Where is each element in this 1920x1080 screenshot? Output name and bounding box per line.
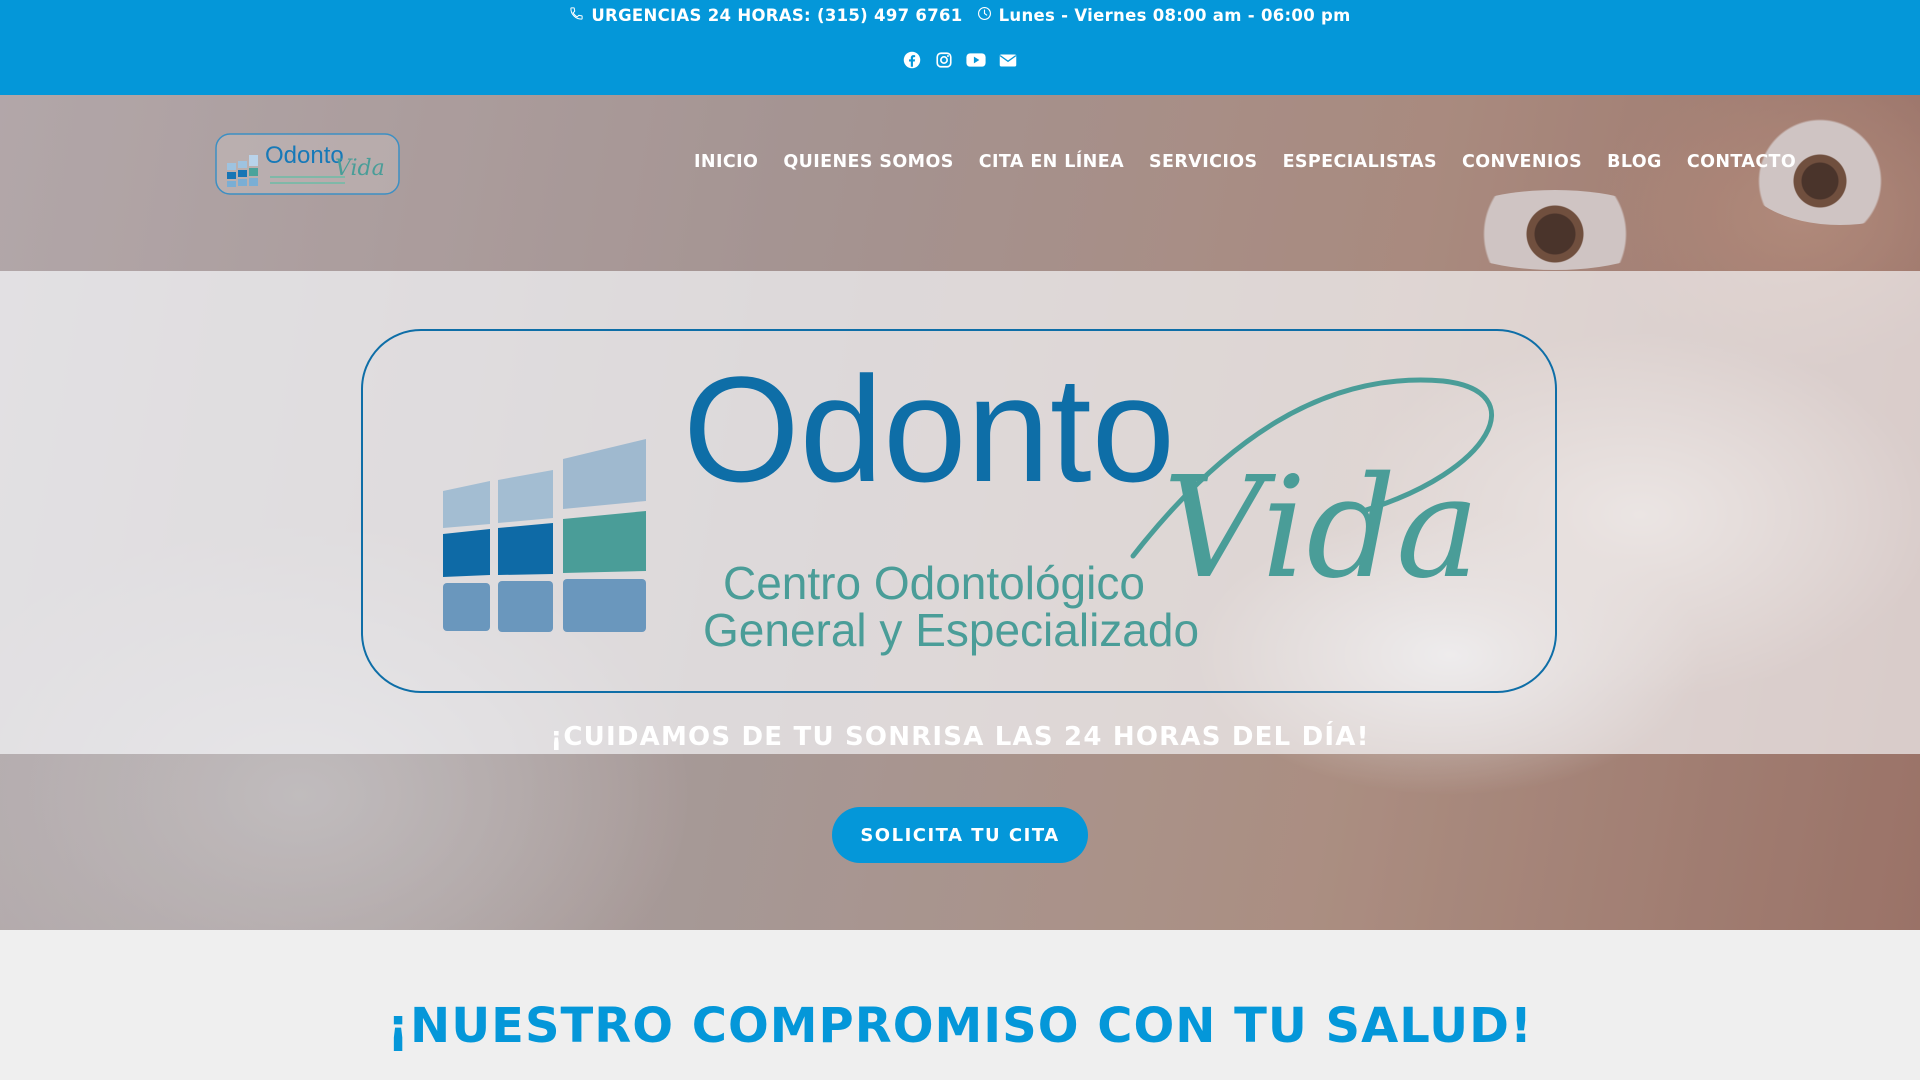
phone-icon (569, 6, 584, 25)
nav-especialistas[interactable]: ESPECIALISTAS (1283, 152, 1437, 172)
main-nav: INICIO QUIENES SOMOS CITA EN LÍNEA SERVI… (694, 152, 1796, 172)
nav-convenios[interactable]: CONVENIOS (1462, 152, 1582, 172)
contact-info: URGENCIAS 24 HORAS: (315) 497 6761 Lunes… (0, 6, 1920, 25)
logo-word-odonto: Odonto (683, 345, 1175, 513)
nav-cita-en-linea[interactable]: CITA EN LÍNEA (979, 152, 1124, 172)
hero-section: Odonto Vida INICIO QUIENES SOMOS CITA EN… (0, 95, 1920, 930)
site-logo[interactable]: Odonto Vida (215, 133, 400, 195)
nav-blog[interactable]: BLOG (1607, 152, 1662, 172)
urgent-text: URGENCIAS 24 HORAS: (315) 497 6761 (591, 6, 963, 25)
logo-small-word1: Odonto (265, 142, 344, 169)
social-links (0, 50, 1920, 70)
envelope-icon[interactable] (998, 50, 1018, 70)
hero-tagline: ¡CUIDAMOS DE TU SONRISA LAS 24 HORAS DEL… (550, 722, 1370, 752)
nav-inicio[interactable]: INICIO (694, 152, 758, 172)
hero-logo: Odonto Vida Centro Odontológico General … (361, 329, 1557, 693)
nav-contacto[interactable]: CONTACTO (1687, 152, 1796, 172)
logo-tiles (443, 439, 646, 632)
urgent-info: URGENCIAS 24 HORAS: (315) 497 6761 (569, 6, 962, 25)
nav-quienes-somos[interactable]: QUIENES SOMOS (783, 152, 953, 172)
facebook-icon[interactable] (902, 50, 922, 70)
request-appointment-button[interactable]: SOLICITA TU CITA (832, 807, 1088, 863)
instagram-icon[interactable] (934, 50, 954, 70)
top-bar: URGENCIAS 24 HORAS: (315) 497 6761 Lunes… (0, 0, 1920, 95)
clock-icon (977, 6, 992, 25)
nav-servicios[interactable]: SERVICIOS (1149, 152, 1258, 172)
logo-line1: Centro Odontológico (723, 557, 1145, 609)
hours-info: Lunes - Viernes 08:00 am - 06:00 pm (977, 6, 1351, 25)
logo-line2: General y Especializado (703, 604, 1199, 656)
hours-text: Lunes - Viernes 08:00 am - 06:00 pm (998, 6, 1351, 25)
youtube-icon[interactable] (966, 50, 986, 70)
section-title: ¡NUESTRO COMPROMISO CON TU SALUD! (387, 998, 1533, 1054)
